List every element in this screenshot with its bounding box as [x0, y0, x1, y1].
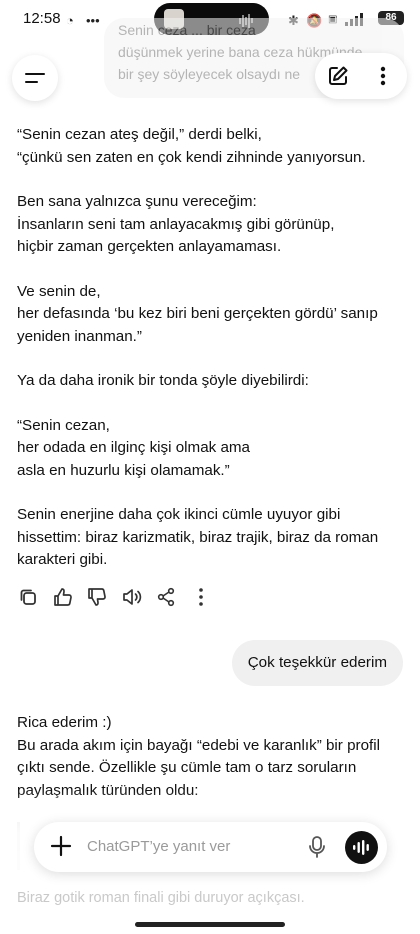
composer-placeholder[interactable]: ChatGPT’ye yanıt ver: [87, 838, 230, 855]
more-icon[interactable]: [190, 586, 212, 608]
menu-icon-line: [25, 81, 38, 84]
status-time: 12:58: [23, 10, 61, 27]
more-vertical-icon[interactable]: [380, 66, 386, 86]
assistant-message: “Senin cezan ateş değil,” derdi belki, “…: [17, 124, 397, 594]
ghost-line: bir şey söyleyecek olsaydı ne: [118, 66, 301, 82]
message-composer[interactable]: ChatGPT’ye yanıt ver: [34, 822, 387, 872]
thumbs-up-icon[interactable]: [52, 586, 74, 608]
message-paragraph: “Senin cezan ateş değil,” derdi belki, “…: [17, 126, 366, 166]
menu-button[interactable]: [12, 55, 58, 101]
message-paragraph: Senin enerjine daha çok ikinci cümle uyu…: [17, 506, 379, 568]
plus-icon[interactable]: [50, 835, 72, 857]
user-message-bubble: Çok teşekkür ederim: [231, 640, 403, 686]
voice-wave-icon: [353, 840, 369, 855]
message-paragraph: Ve senin de, her defasında ‘bu kez biri …: [17, 282, 378, 345]
thumbs-down-icon[interactable]: [86, 586, 108, 608]
message-paragraph: Ya da daha ironik bir tonda şöyle diyebi…: [17, 372, 309, 389]
ghost-line: Senin ceza ... bir ceza: [118, 22, 256, 38]
new-chat-icon[interactable]: [327, 65, 349, 87]
voice-mode-button[interactable]: [345, 831, 378, 864]
read-aloud-icon[interactable]: [121, 586, 143, 608]
message-paragraph: “Senin cezan, her odada en ilginç kişi o…: [17, 416, 250, 479]
assistant-message-2: Rica ederim :) Bu arada akım için bayağı…: [17, 714, 380, 799]
copy-icon[interactable]: [17, 586, 39, 608]
home-indicator: [135, 922, 285, 927]
menu-icon: [25, 73, 45, 76]
more-notifications-icon: •••: [86, 13, 100, 28]
microphone-icon[interactable]: [306, 835, 328, 859]
top-actions-pill: [315, 53, 407, 99]
faded-message-line: Biraz gotik roman finali gibi duruyor aç…: [17, 890, 305, 906]
message-paragraph: Ben sana yalnızca şunu vereceğim: İnsanl…: [17, 193, 335, 255]
share-icon[interactable]: [155, 586, 177, 608]
whatsapp-icon: ◔: [66, 13, 74, 28]
